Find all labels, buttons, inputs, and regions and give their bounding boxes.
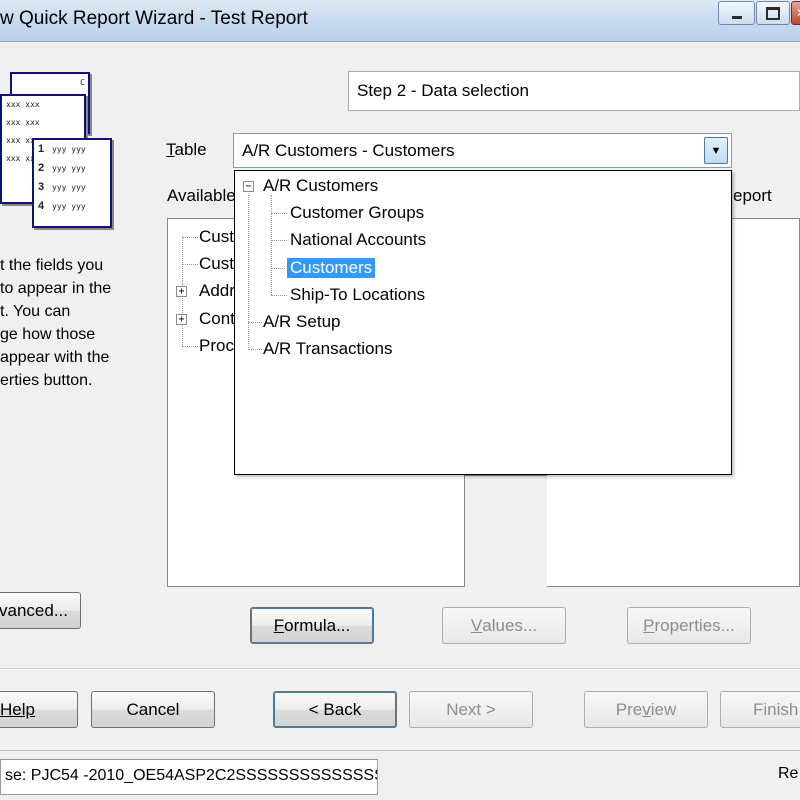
tree-item-national-accounts[interactable]: National Accounts bbox=[290, 230, 426, 250]
preview-button[interactable]: Pre v iew bbox=[584, 691, 708, 728]
close-icon: ✕ bbox=[796, 6, 800, 20]
status-right-text: Re bbox=[778, 765, 799, 782]
tree-item[interactable]: Proc bbox=[199, 336, 234, 356]
doc-row: 3 yyy yyy bbox=[38, 181, 86, 193]
doc-row: 1 yyy yyy bbox=[38, 143, 86, 155]
doc-row: 4 yyy yyy bbox=[38, 200, 86, 212]
title-bar[interactable]: w Quick Report Wizard - Test Report ✕ bbox=[0, 0, 800, 42]
tree-root-ar-setup[interactable]: A/R Setup bbox=[263, 312, 341, 332]
report-fields-label: eport bbox=[733, 186, 772, 205]
next-button[interactable]: Next > bbox=[409, 691, 533, 728]
expand-icon[interactable]: + bbox=[176, 286, 187, 297]
expand-icon[interactable]: + bbox=[176, 314, 187, 325]
status-database-field: se: PJC54 -2010_OE54ASP2C2SSSSSSSSSSSSSS… bbox=[0, 759, 378, 795]
tree-item[interactable]: Cont bbox=[199, 309, 235, 329]
values-button[interactable]: Values... bbox=[442, 607, 566, 644]
tree-item[interactable]: Cust bbox=[199, 254, 234, 274]
report-illustration: C xxx xxx xxx xxx xxx xxx xxx xxx 1 yyy y… bbox=[0, 72, 125, 232]
maximize-icon bbox=[766, 6, 780, 20]
properties-button[interactable]: Properties... bbox=[627, 607, 751, 644]
separator bbox=[0, 668, 800, 670]
tree-item[interactable]: Addr bbox=[199, 281, 235, 301]
table-combobox[interactable]: A/R Customers - Customers ▼ bbox=[233, 133, 732, 168]
tree-item-customer-groups[interactable]: Customer Groups bbox=[290, 203, 424, 223]
finish-button[interactable]: Finish bbox=[720, 691, 800, 728]
report-doc-front: 1 yyy yyy 2 yyy yyy 3 yyy yyy 4 yyy yyy bbox=[32, 138, 112, 228]
step-description: t the fields you to appear in the t. You… bbox=[0, 257, 112, 389]
minimize-icon bbox=[731, 15, 742, 19]
window-title: w Quick Report Wizard - Test Report bbox=[0, 8, 308, 29]
advanced-button[interactable]: vanced... bbox=[0, 592, 81, 629]
tree-item[interactable]: Cust bbox=[199, 227, 234, 247]
tree-item-ship-to-locations[interactable]: Ship-To Locations bbox=[290, 285, 425, 305]
doc-row: xxx xxx bbox=[6, 100, 40, 109]
cancel-button[interactable]: Cancel bbox=[91, 691, 215, 728]
formula-button[interactable]: Formula... bbox=[250, 607, 374, 644]
doc-row: 2 yyy yyy bbox=[38, 162, 86, 174]
minimize-button[interactable] bbox=[718, 1, 755, 25]
table-combobox-value: A/R Customers - Customers bbox=[242, 141, 455, 160]
available-fields-label: Available bbox=[167, 186, 236, 205]
back-button[interactable]: < Back bbox=[273, 691, 397, 728]
doc-row: xxx xxx bbox=[6, 118, 40, 127]
tree-root-ar-customers[interactable]: A/R Customers bbox=[263, 176, 378, 196]
tree-root-ar-transactions[interactable]: A/R Transactions bbox=[263, 339, 392, 359]
close-button[interactable]: ✕ bbox=[791, 1, 800, 25]
table-dropdown-list[interactable]: − A/R Customers Customer Groups National… bbox=[234, 170, 732, 475]
help-button[interactable]: Help bbox=[0, 691, 78, 728]
restore-button[interactable] bbox=[756, 1, 790, 25]
status-bar: se: PJC54 -2010_OE54ASP2C2SSSSSSSSSSSSSS… bbox=[0, 750, 800, 800]
table-label: Table bbox=[166, 140, 207, 159]
step-field: Step 2 - Data selection bbox=[348, 71, 800, 111]
chevron-down-icon: ▼ bbox=[710, 144, 722, 157]
collapse-icon[interactable]: − bbox=[243, 181, 254, 192]
table-dropdown-button[interactable]: ▼ bbox=[704, 137, 728, 164]
tree-item-customers-selected[interactable]: Customers bbox=[285, 257, 377, 279]
